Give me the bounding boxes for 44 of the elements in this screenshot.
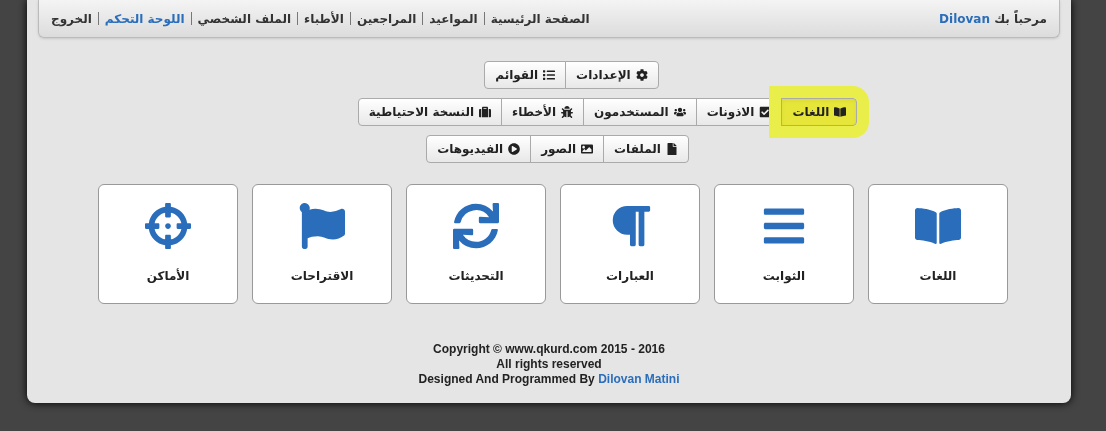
tile-card[interactable]: اللغات (868, 184, 1008, 304)
play-icon (508, 143, 521, 155)
tile-label: اللغات (919, 268, 957, 285)
menu-button[interactable]: الملفات (603, 135, 689, 163)
menu-button[interactable]: الفيديوهات (426, 135, 532, 163)
menu-button[interactable]: الأخطاء (501, 98, 585, 126)
tile-label: الاقتراحات (290, 268, 354, 285)
list-icon (543, 69, 556, 81)
tile-card[interactable]: العبارات (560, 184, 700, 304)
menu-button[interactable]: المستخدمون (583, 98, 697, 126)
credits-text: Designed And Programmed By Dilovan Matini (418, 372, 680, 387)
nav-link[interactable]: اللوحة التحكم (104, 9, 185, 28)
file-icon (665, 143, 678, 155)
nav-link[interactable]: المراجعين (356, 9, 417, 28)
menu-button[interactable]: النسخة الاحتياطية (357, 98, 503, 126)
tile-label: العبارات (606, 268, 654, 285)
nav-link[interactable]: الخروج (51, 9, 92, 28)
checkbox-icon (759, 106, 772, 118)
users-icon (673, 106, 686, 118)
nav-link[interactable]: الملف الشخصي (197, 9, 292, 28)
image-icon (581, 143, 594, 155)
menu-button[interactable]: الإعدادات (565, 61, 659, 89)
book-icon (834, 106, 847, 118)
flag-icon (299, 203, 345, 249)
menu-button[interactable]: القوائم (484, 61, 567, 89)
menu-button[interactable]: الصور (530, 135, 605, 163)
tile-card[interactable]: التحديثات (406, 184, 546, 304)
bug-icon (561, 106, 574, 118)
tile-label: الثوابت (762, 268, 806, 285)
author-link[interactable]: Dilovan Matini (598, 372, 680, 386)
nav-link[interactable]: المواعيد (429, 9, 478, 28)
rights-text: All rights reserved (496, 357, 602, 372)
crosshair-icon (145, 203, 191, 249)
copyright-text: Copyright © www.qkurd.com 2015 - 2016 (433, 342, 665, 357)
tile-card[interactable]: الثوابت (714, 184, 854, 304)
tile-card[interactable]: الأماكن (98, 184, 238, 304)
suitcase-icon (479, 106, 492, 118)
tile-label: الأماكن (146, 267, 190, 285)
gear-icon (635, 69, 648, 81)
nav-link[interactable]: الصفحة الرئيسية (490, 9, 590, 28)
tile-card[interactable]: الاقتراحات (252, 184, 392, 304)
nav-link[interactable]: الأطباء (304, 9, 344, 28)
tile-label: التحديثات (448, 268, 504, 285)
refresh-icon (453, 203, 499, 249)
